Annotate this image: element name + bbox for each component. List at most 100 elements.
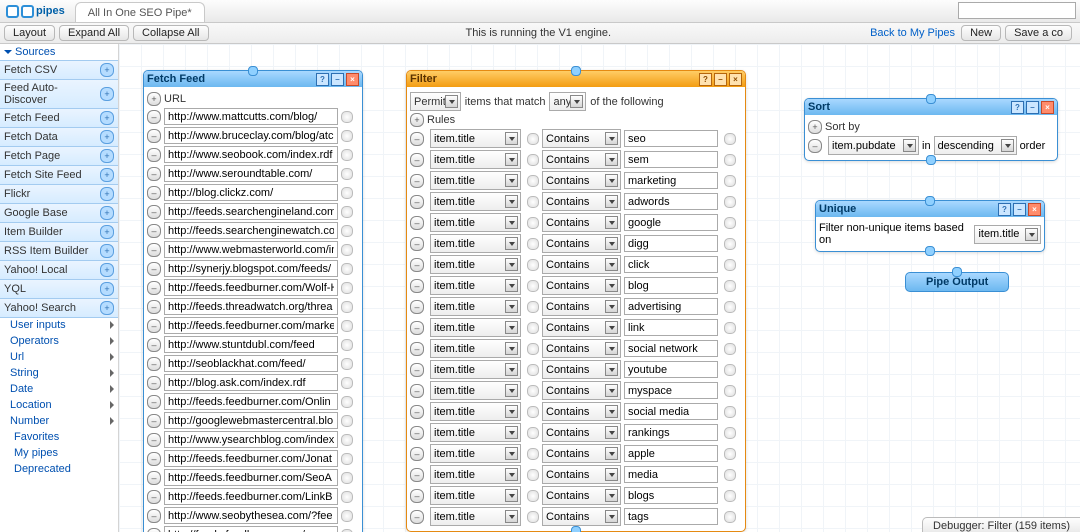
url-input[interactable]	[164, 222, 338, 239]
url-input[interactable]	[164, 336, 338, 353]
field-port[interactable]	[527, 238, 539, 250]
source-item[interactable]: YQL+	[0, 279, 118, 299]
remove-icon[interactable]: –	[147, 110, 161, 124]
url-input[interactable]	[164, 241, 338, 258]
remove-icon[interactable]: –	[410, 489, 424, 503]
field-port[interactable]	[341, 415, 353, 427]
input-port[interactable]	[952, 267, 962, 277]
operator-select[interactable]: Contains	[542, 213, 621, 232]
expand-icon[interactable]: +	[147, 92, 161, 106]
back-link[interactable]: Back to My Pipes	[864, 27, 961, 39]
remove-icon[interactable]: –	[147, 414, 161, 428]
field-select[interactable]: item.title	[430, 423, 521, 442]
value-input[interactable]	[624, 361, 718, 378]
url-input[interactable]	[164, 279, 338, 296]
field-port[interactable]	[341, 510, 353, 522]
field-port[interactable]	[724, 301, 736, 313]
input-port[interactable]	[571, 66, 581, 76]
source-item[interactable]: Google Base+	[0, 203, 118, 223]
field-port[interactable]	[341, 453, 353, 465]
url-input[interactable]	[164, 298, 338, 315]
operator-select[interactable]: Contains	[542, 360, 621, 379]
add-icon[interactable]: +	[100, 301, 114, 315]
value-input[interactable]	[624, 382, 718, 399]
remove-icon[interactable]: –	[410, 468, 424, 482]
url-input[interactable]	[164, 488, 338, 505]
output-port[interactable]	[571, 526, 581, 532]
help-icon[interactable]: ?	[1011, 101, 1024, 114]
remove-icon[interactable]: –	[147, 376, 161, 390]
remove-icon[interactable]: –	[410, 342, 424, 356]
expand-all-button[interactable]: Expand All	[59, 25, 129, 41]
field-select[interactable]: item.title	[430, 129, 521, 148]
field-port[interactable]	[527, 511, 539, 523]
value-input[interactable]	[624, 235, 718, 252]
operator-select[interactable]: Contains	[542, 192, 621, 211]
module-unique[interactable]: Unique ? – × Filter non-unique items bas…	[815, 200, 1045, 252]
unique-field-select[interactable]: item.title	[974, 225, 1041, 244]
help-icon[interactable]: ?	[699, 73, 712, 86]
field-port[interactable]	[724, 469, 736, 481]
field-port[interactable]	[724, 133, 736, 145]
sidebar-category[interactable]: Operators	[0, 333, 118, 349]
field-port[interactable]	[527, 469, 539, 481]
expand-icon[interactable]: +	[808, 120, 822, 134]
field-port[interactable]	[527, 322, 539, 334]
input-port[interactable]	[926, 94, 936, 104]
remove-icon[interactable]: –	[410, 510, 424, 524]
value-input[interactable]	[624, 466, 718, 483]
field-port[interactable]	[527, 364, 539, 376]
field-select[interactable]: item.title	[430, 507, 521, 526]
sidebar-category[interactable]: Date	[0, 381, 118, 397]
operator-select[interactable]: Contains	[542, 129, 621, 148]
operator-select[interactable]: Contains	[542, 444, 621, 463]
help-icon[interactable]: ?	[316, 73, 329, 86]
url-input[interactable]	[164, 203, 338, 220]
field-select[interactable]: item.title	[430, 339, 521, 358]
add-icon[interactable]: +	[100, 130, 114, 144]
field-select[interactable]: item.title	[430, 318, 521, 337]
url-input[interactable]	[164, 355, 338, 372]
remove-icon[interactable]: –	[410, 132, 424, 146]
value-input[interactable]	[624, 130, 718, 147]
field-port[interactable]	[724, 364, 736, 376]
source-item[interactable]: Fetch CSV+	[0, 60, 118, 80]
field-port[interactable]	[341, 111, 353, 123]
value-input[interactable]	[624, 172, 718, 189]
field-port[interactable]	[341, 244, 353, 256]
value-input[interactable]	[624, 424, 718, 441]
output-port[interactable]	[925, 246, 935, 256]
logo[interactable]: pipes	[0, 0, 71, 22]
url-input[interactable]	[164, 184, 338, 201]
remove-icon[interactable]: –	[147, 281, 161, 295]
url-input[interactable]	[164, 450, 338, 467]
value-input[interactable]	[624, 277, 718, 294]
operator-select[interactable]: Contains	[542, 171, 621, 190]
field-port[interactable]	[724, 448, 736, 460]
remove-icon[interactable]: –	[147, 509, 161, 523]
field-select[interactable]: item.title	[430, 150, 521, 169]
source-item[interactable]: Fetch Site Feed+	[0, 165, 118, 185]
minimize-icon[interactable]: –	[1026, 101, 1039, 114]
add-icon[interactable]: +	[100, 111, 114, 125]
remove-icon[interactable]: –	[147, 224, 161, 238]
url-input[interactable]	[164, 431, 338, 448]
remove-icon[interactable]: –	[410, 279, 424, 293]
value-input[interactable]	[624, 151, 718, 168]
new-button[interactable]: New	[961, 25, 1001, 41]
field-port[interactable]	[724, 196, 736, 208]
search-input[interactable]	[958, 2, 1076, 19]
field-port[interactable]	[724, 343, 736, 355]
sidebar-category[interactable]: Favorites	[0, 429, 118, 445]
field-port[interactable]	[341, 472, 353, 484]
field-port[interactable]	[527, 154, 539, 166]
value-input[interactable]	[624, 340, 718, 357]
source-item[interactable]: Fetch Feed+	[0, 108, 118, 128]
url-input[interactable]	[164, 526, 338, 532]
value-input[interactable]	[624, 445, 718, 462]
value-input[interactable]	[624, 319, 718, 336]
source-item[interactable]: RSS Item Builder+	[0, 241, 118, 261]
add-icon[interactable]: +	[100, 225, 114, 239]
remove-icon[interactable]: –	[410, 216, 424, 230]
close-icon[interactable]: ×	[1028, 203, 1041, 216]
